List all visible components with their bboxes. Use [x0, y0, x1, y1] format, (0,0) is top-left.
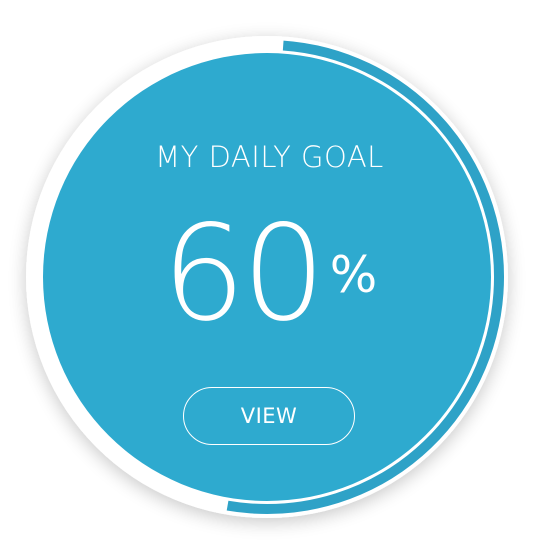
- view-button[interactable]: VIEW: [183, 387, 355, 445]
- goal-percent-value: 60: [161, 197, 326, 351]
- goal-percent-sign: %: [329, 246, 378, 304]
- goal-percentage: 60%: [0, 208, 539, 340]
- daily-goal-widget: MY DAILY GOAL 60% VIEW: [0, 0, 539, 555]
- goal-content: MY DAILY GOAL 60% VIEW: [0, 0, 539, 555]
- goal-title: MY DAILY GOAL: [155, 140, 384, 174]
